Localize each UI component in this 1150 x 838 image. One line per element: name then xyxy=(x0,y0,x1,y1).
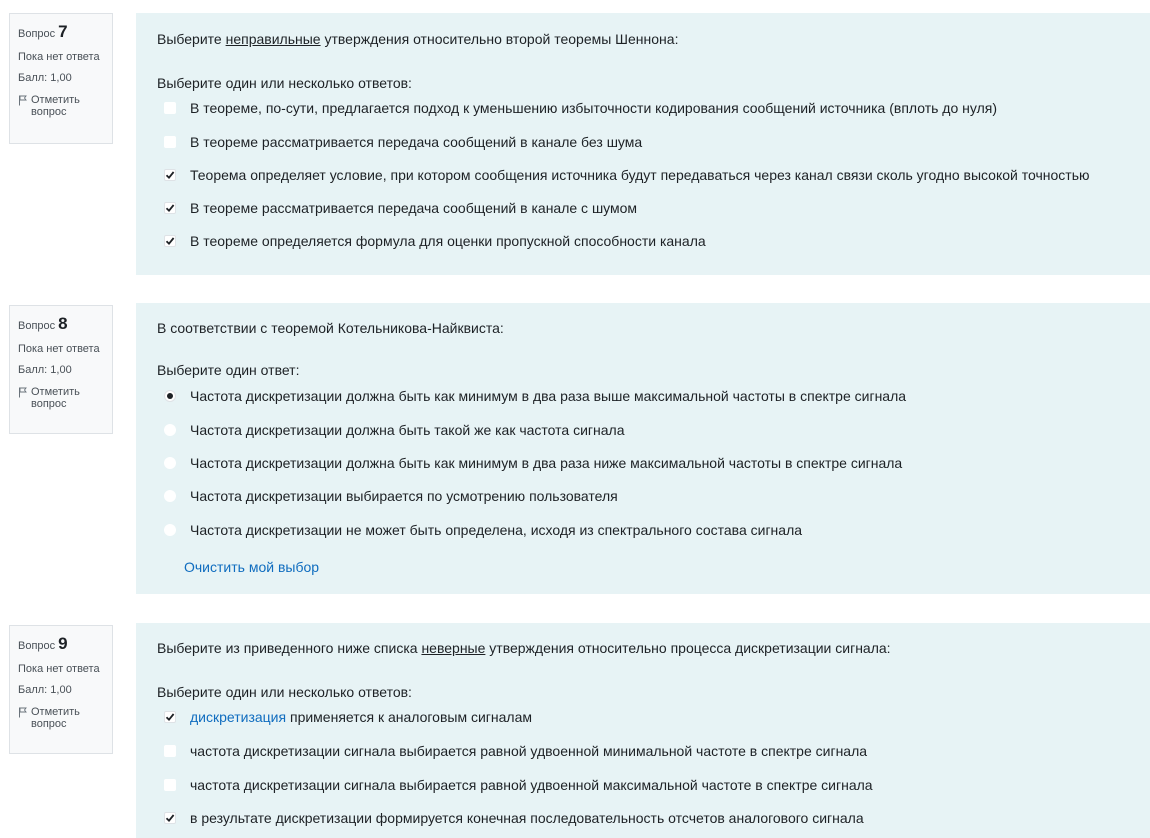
question-label: Вопрос xyxy=(18,640,56,652)
question-mark: Балл: 1,00 xyxy=(18,72,72,85)
checkbox[interactable] xyxy=(164,812,176,824)
radio-button[interactable] xyxy=(164,490,176,502)
check-icon xyxy=(165,171,175,180)
flag-question-button[interactable]: Отметить вопрос xyxy=(18,386,104,411)
answer-option[interactable]: Частота дискретизации должна быть как ми… xyxy=(164,388,906,404)
question-content-9: Выберите из приведенного ниже списка нев… xyxy=(136,623,1150,838)
flag-question-button[interactable]: Отметить вопрос xyxy=(18,94,104,119)
question-text: Выберите из приведенного ниже списка нев… xyxy=(157,640,891,656)
answer-option[interactable]: В теореме, по-сути, предлагается подход … xyxy=(164,100,997,116)
answer-prompt: Выберите один ответ: xyxy=(157,362,300,378)
checkbox[interactable] xyxy=(164,102,176,114)
question-text: Выберите неправильные утверждения относи… xyxy=(157,31,679,47)
check-icon xyxy=(165,237,175,246)
option-label: Частота дискретизации должна быть как ми… xyxy=(190,455,903,471)
option-label: Частота дискретизации выбирается по усмо… xyxy=(190,488,618,504)
option-label: В теореме определяется формула для оценк… xyxy=(190,233,706,249)
answer-option[interactable]: Частота дискретизации должна быть как ми… xyxy=(164,455,902,471)
question-number-row: Вопрос 9 xyxy=(18,634,104,654)
radio-button[interactable] xyxy=(164,524,176,536)
checkbox[interactable] xyxy=(164,202,176,214)
checkbox[interactable] xyxy=(164,711,176,723)
answer-option[interactable]: частота дискретизации сигнала выбирается… xyxy=(164,743,867,759)
option-label: Частота дискретизации не может быть опре… xyxy=(190,522,803,538)
underlined-keyword: неправильные xyxy=(225,31,321,47)
checkbox[interactable] xyxy=(164,235,176,247)
question-number: 8 xyxy=(58,314,68,333)
checkbox[interactable] xyxy=(164,779,176,791)
answer-option[interactable]: Частота дискретизации должна быть такой … xyxy=(164,422,625,438)
flag-label: Отметить вопрос xyxy=(31,385,80,411)
answer-option[interactable]: в результате дискретизации формируется к… xyxy=(164,810,864,826)
answer-option[interactable]: Частота дискретизации выбирается по усмо… xyxy=(164,488,618,504)
answer-option[interactable]: частота дискретизации сигнала выбирается… xyxy=(164,777,873,793)
answer-prompt: Выберите один или несколько ответов: xyxy=(157,75,412,91)
question-mark: Балл: 1,00 xyxy=(18,364,72,377)
glossary-link[interactable]: дискретизация xyxy=(190,709,286,725)
checkbox[interactable] xyxy=(164,745,176,757)
radio-button[interactable] xyxy=(164,424,176,436)
radio-dot-icon xyxy=(167,393,173,399)
question-label: Вопрос xyxy=(18,28,56,40)
answer-status: Пока нет ответа xyxy=(18,50,100,63)
option-label: В теореме рассматривается передача сообщ… xyxy=(190,134,643,150)
question-text: В соответствии с теоремой Котельникова-Н… xyxy=(157,320,504,336)
underlined-keyword: неверные xyxy=(421,640,486,656)
radio-button[interactable] xyxy=(164,457,176,469)
question-info-7: Вопрос 7 Пока нет ответа Балл: 1,00 Отме… xyxy=(9,13,113,144)
option-label: Частота дискретизации должна быть такой … xyxy=(190,422,625,438)
answer-option[interactable]: Теорема определяет условие, при котором … xyxy=(164,167,1090,183)
flag-question-button[interactable]: Отметить вопрос xyxy=(18,706,104,731)
flag-icon xyxy=(19,387,27,398)
clear-choice-link[interactable]: Очистить мой выбор xyxy=(184,559,319,575)
flag-icon xyxy=(19,95,27,106)
answer-option[interactable]: В теореме определяется формула для оценк… xyxy=(164,233,706,249)
option-label: частота дискретизации сигнала выбирается… xyxy=(190,743,868,759)
checkbox[interactable] xyxy=(164,136,176,148)
answer-prompt: Выберите один или несколько ответов: xyxy=(157,684,412,700)
answer-option[interactable]: Частота дискретизации не может быть опре… xyxy=(164,522,802,538)
option-label: дискретизация применяется к аналоговым с… xyxy=(190,709,532,725)
question-content-8: В соответствии с теоремой Котельникова-Н… xyxy=(136,303,1150,594)
checkbox[interactable] xyxy=(164,169,176,181)
option-label: В теореме, по-сути, предлагается подход … xyxy=(190,100,997,116)
option-label: Теорема определяет условие, при котором … xyxy=(190,167,1090,183)
question-number-row: Вопрос 8 xyxy=(18,314,104,334)
check-icon xyxy=(165,204,175,213)
flag-icon xyxy=(19,707,27,718)
answer-status: Пока нет ответа xyxy=(18,662,100,675)
question-info-9: Вопрос 9 Пока нет ответа Балл: 1,00 Отме… xyxy=(9,625,113,754)
check-icon xyxy=(165,713,175,722)
answer-option[interactable]: В теореме рассматривается передача сообщ… xyxy=(164,134,642,150)
answer-option[interactable]: В теореме рассматривается передача сообщ… xyxy=(164,200,637,216)
question-mark: Балл: 1,00 xyxy=(18,684,72,697)
question-number: 9 xyxy=(58,634,68,653)
question-label: Вопрос xyxy=(18,320,56,332)
option-label: в результате дискретизации формируется к… xyxy=(190,810,864,826)
question-info-8: Вопрос 8 Пока нет ответа Балл: 1,00 Отме… xyxy=(9,305,113,434)
option-label: Частота дискретизации должна быть как ми… xyxy=(190,388,907,404)
radio-button[interactable] xyxy=(164,390,176,402)
question-content-7: Выберите неправильные утверждения относи… xyxy=(136,13,1150,275)
check-icon xyxy=(165,814,175,823)
option-label: В теореме рассматривается передача сообщ… xyxy=(190,200,638,216)
flag-label: Отметить вопрос xyxy=(31,705,80,731)
answer-option[interactable]: дискретизация применяется к аналоговым с… xyxy=(164,709,532,725)
question-number-row: Вопрос 7 xyxy=(18,22,104,42)
flag-label: Отметить вопрос xyxy=(31,93,80,119)
answer-status: Пока нет ответа xyxy=(18,342,100,355)
option-label: частота дискретизации сигнала выбирается… xyxy=(190,777,873,793)
question-number: 7 xyxy=(58,22,68,41)
